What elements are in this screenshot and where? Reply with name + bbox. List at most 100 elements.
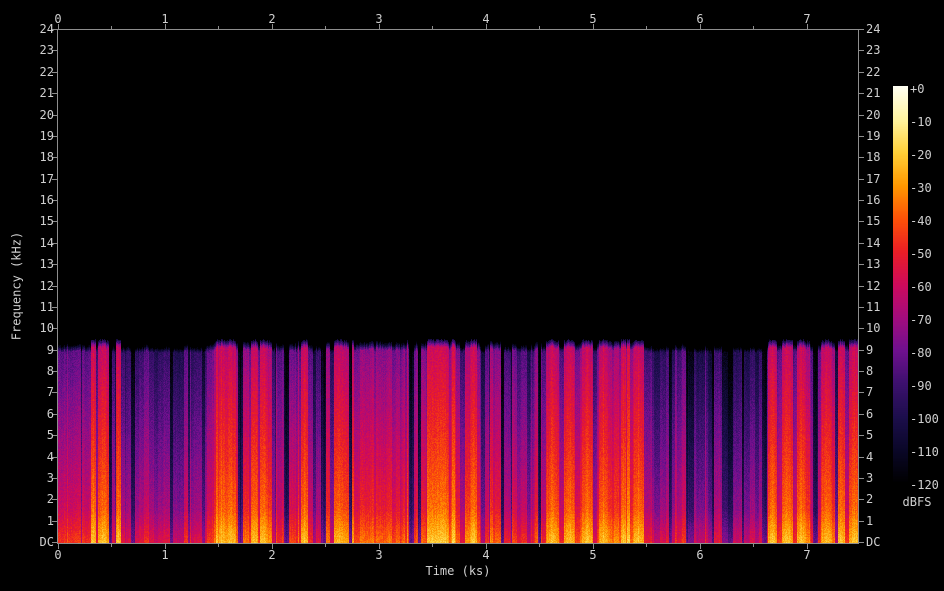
colorbar-tick-label: -10 [910,115,932,129]
right-axis-tick-label: 16 [866,193,881,207]
right-axis-tick [859,457,864,458]
right-axis-tick [859,307,864,308]
colorbar-tick-label: -80 [910,346,932,360]
top-axis-tick-label: 0 [54,12,62,26]
right-axis-tick-label: 15 [866,214,881,228]
left-axis-tick-label: 20 [39,108,54,122]
right-axis-tick-label: 10 [866,321,881,335]
left-axis-tick-label: 21 [39,86,54,100]
bottom-axis-minor-tick [432,544,433,547]
right-axis-tick [859,542,864,543]
bottom-axis-tick-label: 3 [375,548,383,562]
right-axis-tick-label: 3 [866,471,874,485]
right-axis-tick-label: 12 [866,279,881,293]
right-axis-tick [859,157,864,158]
top-axis-tick-label: 3 [375,12,383,26]
bottom-axis-tick-label: 4 [482,548,490,562]
top-axis-minor-tick [539,26,540,29]
right-axis-tick [859,29,864,30]
colorbar-tick-label: -100 [910,412,939,426]
right-axis-tick-label: 23 [866,43,881,57]
top-axis-tick-label: 7 [803,12,811,26]
bottom-axis-minor-tick [325,544,326,547]
colorbar-tick-label: -60 [910,280,932,294]
left-axis-tick-label: 14 [39,236,54,250]
spectrogram-figure: Frequency (kHz) Time (ks) dBFS 24 24 23 23 2… [0,0,944,591]
right-axis-tick [859,72,864,73]
colorbar-unit-label: dBFS [902,495,932,509]
right-axis-tick [859,243,864,244]
right-axis-tick-label: DC [866,535,881,549]
bottom-axis-minor-tick [218,544,219,547]
right-axis-tick-label: 14 [866,236,881,250]
top-axis-minor-tick [432,26,433,29]
colorbar-tick-label: -90 [910,379,932,393]
left-axis-tick-label: 8 [46,364,54,378]
right-axis-tick [859,371,864,372]
right-axis-tick-label: 24 [866,22,881,36]
left-axis-tick-label: 9 [46,343,54,357]
left-axis-tick-label: 18 [39,150,54,164]
left-axis-tick-label: 4 [46,450,54,464]
left-axis-tick-label: 22 [39,65,54,79]
right-axis-tick [859,221,864,222]
bottom-axis-tick-label: 5 [589,548,597,562]
left-axis-tick-label: DC [39,535,54,549]
bottom-axis-tick-label: 0 [54,548,62,562]
right-axis-tick [859,521,864,522]
top-axis-minor-tick [218,26,219,29]
right-axis-tick [859,264,864,265]
top-axis-minor-tick [325,26,326,29]
colorbar-tick-label: -50 [910,247,932,261]
right-axis-tick [859,50,864,51]
bottom-axis-minor-tick [539,544,540,547]
top-axis-tick-label: 4 [482,12,490,26]
left-axis-tick-label: 10 [39,321,54,335]
left-axis-tick-label: 16 [39,193,54,207]
bottom-axis-tick-label: 2 [268,548,276,562]
left-axis-tick-label: 6 [46,407,54,421]
top-axis-minor-tick [646,26,647,29]
right-axis-tick-label: 18 [866,150,881,164]
right-axis-tick-label: 8 [866,364,874,378]
right-axis-tick-label: 17 [866,172,881,186]
right-axis-tick-label: 13 [866,257,881,271]
left-axis-tick-label: 3 [46,471,54,485]
colorbar-tick-label: -70 [910,313,932,327]
left-axis-tick-label: 19 [39,129,54,143]
right-axis-tick-label: 22 [866,65,881,79]
bottom-axis-tick-label: 6 [696,548,704,562]
right-axis-tick [859,136,864,137]
right-axis-tick-label: 4 [866,450,874,464]
top-axis-minor-tick [111,26,112,29]
right-axis-tick [859,328,864,329]
left-axis-tick-label: 11 [39,300,54,314]
top-axis-tick-label: 2 [268,12,276,26]
left-axis-tick-label: 5 [46,428,54,442]
right-axis-tick-label: 6 [866,407,874,421]
right-axis-tick [859,93,864,94]
colorbar-tick-label: -20 [910,148,932,162]
top-axis-tick-label: 1 [161,12,169,26]
right-axis-tick [859,200,864,201]
left-axis-tick-label: 2 [46,492,54,506]
colorbar-tick-label: -40 [910,214,932,228]
right-axis-tick [859,286,864,287]
bottom-axis-tick-label: 7 [803,548,811,562]
right-axis-tick [859,478,864,479]
bottom-axis-minor-tick [753,544,754,547]
right-axis-tick-label: 2 [866,492,874,506]
bottom-axis-minor-tick [111,544,112,547]
right-axis-tick [859,392,864,393]
colorbar-tick-label: -110 [910,445,939,459]
right-axis-tick-label: 19 [866,129,881,143]
right-axis-tick-label: 5 [866,428,874,442]
left-axis-tick-label: 13 [39,257,54,271]
right-axis-tick-label: 1 [866,514,874,528]
right-axis-tick [859,499,864,500]
spectrogram-canvas [58,30,858,543]
right-axis-tick-label: 21 [866,86,881,100]
left-axis-tick-label: 12 [39,279,54,293]
colorbar-tick-label: -30 [910,181,932,195]
right-axis-tick [859,115,864,116]
